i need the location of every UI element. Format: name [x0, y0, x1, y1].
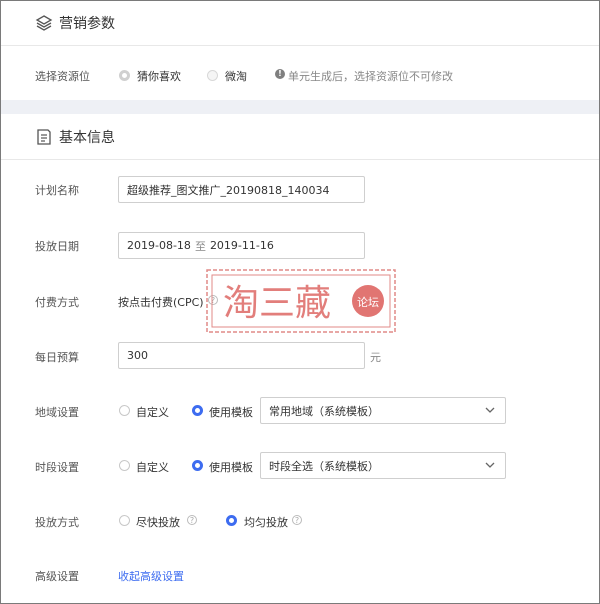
marketing-section-title: 营销参数 [59, 16, 115, 32]
marketing-section-header: 营销参数 [1, 1, 599, 46]
date-label: 投放日期 [35, 240, 79, 253]
time-radio-custom[interactable] [119, 460, 130, 471]
warning-icon: ! [275, 69, 285, 79]
delivery-fast-help-icon[interactable]: ? [187, 515, 197, 525]
resource-notice: 单元生成后，选择资源位不可修改 [288, 70, 453, 83]
seal-text: 论坛 [357, 295, 379, 309]
pay-value: 按点击付费(CPC) [118, 296, 204, 309]
date-start: 2019-08-18 [127, 239, 191, 252]
resource-radio-guess[interactable] [119, 70, 130, 81]
plan-name-label: 计划名称 [35, 184, 79, 197]
delivery-label: 投放方式 [35, 516, 79, 529]
time-template-label: 使用模板 [209, 461, 253, 474]
budget-value: 300 [127, 349, 148, 362]
time-radio-template[interactable] [192, 460, 203, 471]
advanced-label: 高级设置 [35, 570, 79, 583]
pay-label: 付费方式 [35, 296, 79, 309]
basic-section-title: 基本信息 [59, 130, 115, 146]
region-label: 地域设置 [35, 406, 79, 419]
layers-icon [35, 15, 53, 31]
plan-name-value: 超级推荐_图文推广_20190818_140034 [127, 183, 330, 197]
resource-option-weitao: 微淘 [225, 70, 247, 83]
date-range-picker[interactable]: 2019-08-18 至 2019-11-16 [118, 232, 365, 259]
plan-name-input[interactable]: 超级推荐_图文推广_20190818_140034 [118, 176, 365, 203]
watermark-text: 淘三藏 [223, 283, 331, 324]
delivery-radio-even[interactable] [226, 515, 237, 526]
date-end: 2019-11-16 [209, 239, 274, 252]
region-template-label: 使用模板 [209, 406, 253, 419]
region-template-select[interactable]: 常用地域（系统模板） [260, 397, 506, 424]
time-label: 时段设置 [35, 461, 79, 474]
chevron-down-icon [485, 462, 495, 468]
chevron-down-icon [485, 407, 495, 413]
document-icon [37, 129, 51, 145]
page-frame: 营销参数 选择资源位 猜你喜欢 微淘 ! 单元生成后，选择资源位不可修改 基本信… [0, 0, 600, 604]
delivery-even-help-icon[interactable]: ? [292, 515, 302, 525]
budget-input[interactable]: 300 [118, 342, 365, 369]
time-template-select[interactable]: 时段全选（系统模板） [260, 452, 506, 479]
section-divider-band [1, 100, 599, 114]
watermark-stamp: 淘三藏 论坛 [206, 269, 396, 333]
resource-option-guess: 猜你喜欢 [137, 70, 181, 83]
delivery-fast-label: 尽快投放 [136, 516, 180, 529]
region-select-value: 常用地域（系统模板） [269, 404, 379, 418]
region-radio-template[interactable] [192, 405, 203, 416]
collapse-advanced-link[interactable]: 收起高级设置 [118, 568, 184, 584]
resource-label: 选择资源位 [35, 70, 90, 83]
basic-section-header: 基本信息 [1, 115, 599, 160]
resource-radio-weitao[interactable] [207, 70, 218, 81]
budget-label: 每日预算 [35, 351, 79, 364]
date-separator: 至 [194, 239, 206, 253]
budget-unit: 元 [370, 351, 381, 364]
delivery-even-label: 均匀投放 [244, 516, 288, 529]
region-radio-custom[interactable] [119, 405, 130, 416]
time-custom-label: 自定义 [136, 461, 169, 474]
time-select-value: 时段全选（系统模板） [269, 459, 379, 473]
delivery-radio-fast[interactable] [119, 515, 130, 526]
region-custom-label: 自定义 [136, 406, 169, 419]
